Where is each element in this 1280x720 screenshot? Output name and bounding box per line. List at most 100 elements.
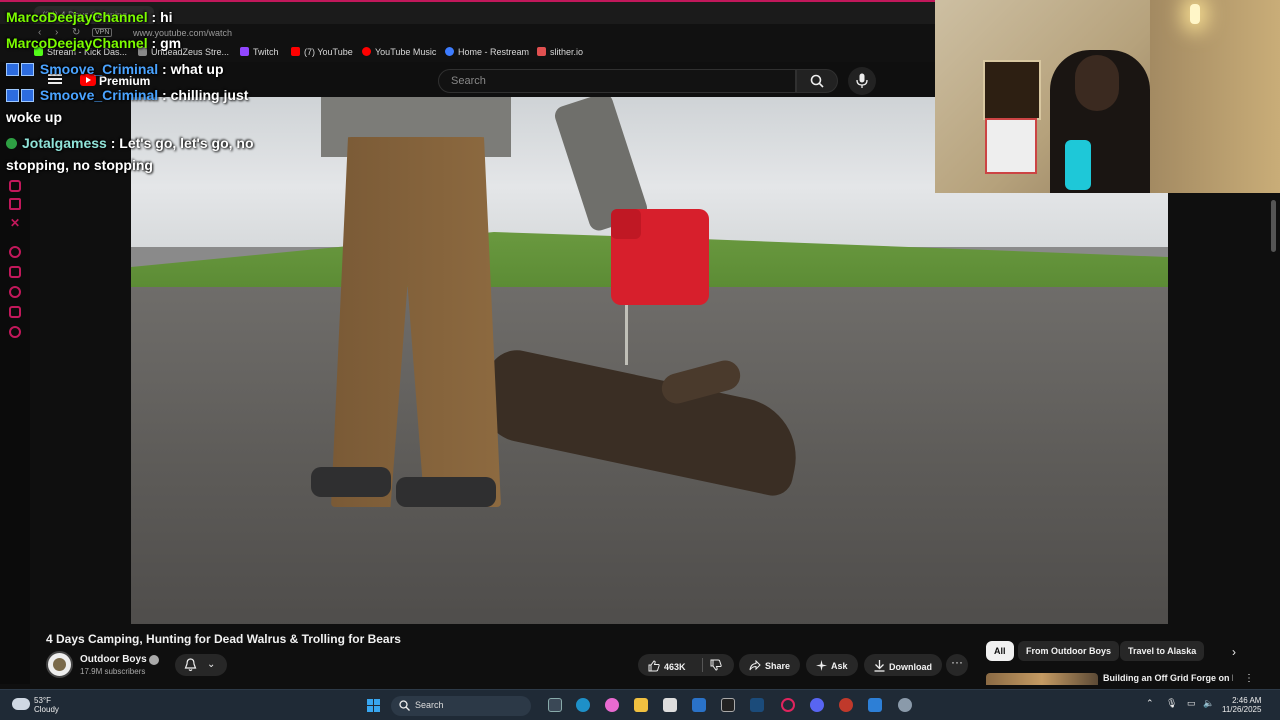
- channel-name[interactable]: Outdoor Boys: [80, 654, 147, 665]
- youtube-music-icon: [362, 47, 371, 56]
- chip-travel-to-alaska[interactable]: Travel to Alaska: [1120, 641, 1205, 661]
- sidebar-opera-icon[interactable]: [9, 246, 21, 258]
- sidebar-x-icon[interactable]: ✕: [10, 216, 22, 230]
- more-vertical-icon[interactable]: ⋮: [1244, 673, 1254, 684]
- task-view-icon[interactable]: [548, 698, 562, 712]
- share-button[interactable]: Share: [739, 654, 801, 676]
- thumbs-up-icon: [648, 660, 660, 672]
- chevron-right-icon[interactable]: ›: [1232, 645, 1236, 659]
- search-button[interactable]: [796, 69, 838, 93]
- related-filter-chips: All From Outdoor Boys Travel to Alaska: [986, 641, 1256, 663]
- subscribed-notification-button[interactable]: ⌄: [175, 654, 227, 676]
- chat-badge-icon: [21, 89, 34, 102]
- window-app-icon[interactable]: [868, 698, 882, 712]
- bookmark-slither[interactable]: slither.io: [537, 47, 583, 57]
- discord-icon[interactable]: [810, 698, 824, 712]
- ask-button[interactable]: Ask: [806, 654, 858, 676]
- bookmark-youtube-music[interactable]: YouTube Music: [362, 47, 436, 57]
- chat-badge-icon: [6, 63, 19, 76]
- chip-from-outdoor-boys[interactable]: From Outdoor Boys: [1018, 641, 1119, 661]
- chat-badge-icon: [6, 89, 19, 102]
- sparkle-icon: [816, 660, 827, 671]
- microphone-icon: [856, 73, 868, 88]
- voice-search-button[interactable]: [848, 67, 876, 95]
- bell-icon: [184, 658, 197, 672]
- chat-username: Smoove_Criminal: [39, 61, 159, 77]
- chat-username: MarcoDeejayChannel: [6, 35, 148, 51]
- download-icon: [874, 660, 885, 672]
- microphone-tray-icon[interactable]: 🎙: [1166, 698, 1177, 709]
- cloud-icon[interactable]: [12, 698, 30, 710]
- sidebar-twitch-icon[interactable]: [9, 198, 21, 210]
- store-icon[interactable]: [663, 698, 677, 712]
- sidebar-instagram-icon[interactable]: [9, 180, 21, 192]
- opera-gx-icon[interactable]: [781, 698, 795, 712]
- sidebar-settings-icon[interactable]: [9, 326, 21, 338]
- video-gas-can-handle: [611, 209, 641, 239]
- chat-message: MarcoDeejayChannel : gm: [6, 35, 182, 51]
- taskbar-search[interactable]: Search: [391, 696, 531, 716]
- like-button[interactable]: 463K: [638, 654, 734, 676]
- page-scrollbar[interactable]: [1271, 200, 1276, 252]
- volume-icon[interactable]: 🔈: [1203, 698, 1214, 709]
- copilot-icon[interactable]: [605, 698, 619, 712]
- chat-username: MarcoDeejayChannel: [6, 9, 148, 25]
- share-icon: [749, 659, 761, 671]
- youtube-icon: [291, 47, 300, 56]
- search-icon: [810, 74, 824, 88]
- video-shoe: [311, 467, 391, 497]
- chat-username: Smoove_Criminal: [39, 87, 159, 103]
- channel-avatar[interactable]: [46, 651, 73, 678]
- steam-icon[interactable]: [750, 698, 764, 712]
- chat-verified-icon: [6, 138, 17, 149]
- bookmark-restream[interactable]: Home - Restream: [445, 47, 529, 57]
- network-icon[interactable]: ▭: [1187, 698, 1196, 709]
- sidebar-box-icon[interactable]: [9, 266, 21, 278]
- sidebar-history-icon[interactable]: [9, 286, 21, 298]
- video-fuel-stream: [625, 305, 628, 365]
- outlook-icon[interactable]: [692, 698, 706, 712]
- like-count: 463K: [664, 662, 686, 672]
- edge-icon[interactable]: [576, 698, 590, 712]
- sidebar-cube-icon[interactable]: [9, 306, 21, 318]
- search-input[interactable]: Search: [438, 69, 796, 93]
- file-explorer-icon[interactable]: [634, 698, 648, 712]
- chat-message: MarcoDeejayChannel : hi: [6, 9, 173, 25]
- chat-username: Jotalgamess: [22, 135, 107, 151]
- subscriber-count: 17.9M subscribers: [80, 667, 146, 676]
- chevron-up-icon[interactable]: ⌃: [1146, 698, 1154, 709]
- slither-icon: [537, 47, 546, 56]
- chat-overlay: MarcoDeejayChannel : hi MarcoDeejayChann…: [0, 6, 260, 176]
- chat-message: Jotalgamess : Let's go, let's go, no sto…: [6, 135, 254, 173]
- recommended-video-thumbnail[interactable]: [986, 673, 1098, 685]
- like-divider: [702, 658, 703, 672]
- taskbar-clock[interactable]: 2:46 AM 11/26/2025: [1222, 696, 1261, 714]
- download-button[interactable]: Download: [864, 654, 942, 676]
- windows-start-icon[interactable]: [367, 699, 381, 713]
- webcam-lamp: [1190, 4, 1200, 24]
- chat-text: what up: [170, 61, 224, 77]
- webcam-microphone: [1065, 140, 1091, 190]
- chat-message: Smoove_Criminal : what up: [0, 58, 260, 80]
- webcam-streamer-head: [1075, 55, 1119, 111]
- more-horizontal-icon: ···: [951, 655, 963, 669]
- obs-icon[interactable]: [839, 698, 853, 712]
- webcam-overlay: [935, 0, 1280, 193]
- video-shoe: [396, 477, 496, 507]
- webcam-poster: [983, 60, 1041, 120]
- recommended-video-title[interactable]: Building an Off Grid Forge on My Alaskan…: [1103, 673, 1233, 687]
- windows-taskbar: 53°F Cloudy Search ⌃ 🎙 ▭ 🔈 2:46 AM 11/26/2…: [0, 689, 1280, 720]
- video-title: 4 Days Camping, Hunting for Dead Walrus …: [46, 632, 401, 646]
- weather-widget[interactable]: 53°F Cloudy: [34, 696, 59, 714]
- chip-all[interactable]: All: [986, 641, 1014, 661]
- more-actions-button[interactable]: ···: [946, 654, 968, 676]
- settings-gear-icon[interactable]: [898, 698, 912, 712]
- chat-text: gm: [160, 35, 182, 51]
- x-app-icon[interactable]: [721, 698, 735, 712]
- chevron-down-icon: ⌄: [207, 659, 216, 670]
- screen: (34) 4 Days Camping ‹ › ↻ VPN www.youtub…: [0, 0, 1280, 720]
- thumbs-down-icon[interactable]: [710, 659, 722, 671]
- webcam-door: [1150, 0, 1280, 193]
- bookmark-youtube[interactable]: (7) YouTube: [291, 47, 353, 57]
- verified-check-icon: [149, 655, 159, 665]
